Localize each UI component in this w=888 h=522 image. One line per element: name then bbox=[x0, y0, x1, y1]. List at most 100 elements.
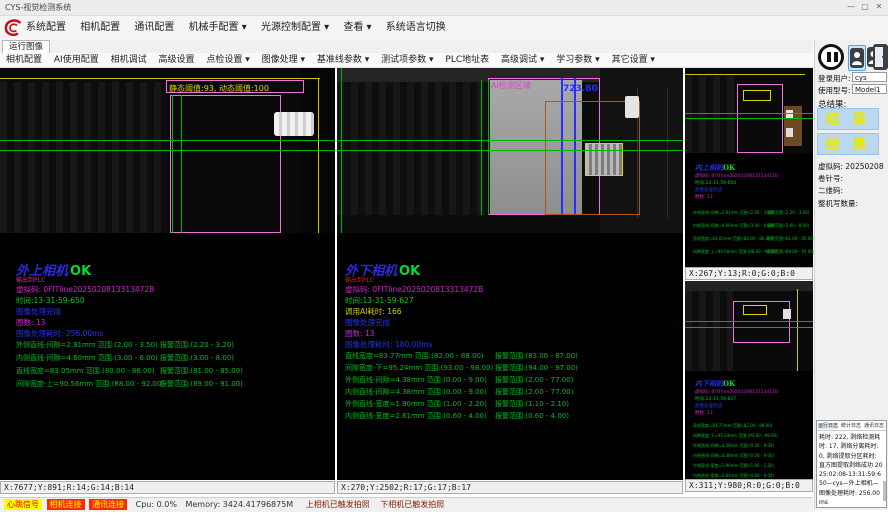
window-title: CYS-视觉检测系统 bbox=[5, 3, 71, 12]
write-count-label: 整机写数量: bbox=[818, 198, 858, 209]
tab-run-image[interactable]: 运行图像 bbox=[2, 40, 50, 53]
log-text: 耗时: 222, 剥络检测耗时: 17, 剥络分离耗时: 0, 剥络提取分区耗时… bbox=[817, 431, 886, 508]
tab-strip: 运行图像 bbox=[0, 40, 813, 54]
toolbar-item-advanced-debug[interactable]: 高级调试 ▾ bbox=[501, 55, 544, 65]
log-tab-run[interactable]: 运行日志 bbox=[818, 423, 838, 429]
mini-bottom-camera-name: 内下相机 bbox=[695, 379, 723, 388]
menu-item-comm-config[interactable]: 通讯配置 bbox=[134, 22, 174, 33]
middle-camera-image[interactable]: AI检测区域 723.80 bbox=[337, 68, 683, 233]
toolbar-item-baseline-params[interactable]: 基准线参数 ▾ bbox=[317, 55, 369, 65]
login-user-button[interactable] bbox=[848, 45, 866, 71]
menu-item-system-config[interactable]: 系统配置 bbox=[26, 22, 66, 33]
green-edge-line-1 bbox=[172, 95, 173, 233]
user-check-icon bbox=[850, 48, 864, 68]
toolbar-item-learning-params[interactable]: 学习参数 ▾ bbox=[556, 55, 599, 65]
middle-view-statusbar: X:270;Y:2502;R:17;G:17;B:17 bbox=[337, 481, 683, 494]
menu-item-light-config[interactable]: 光源控制配置 ▾ bbox=[261, 22, 329, 33]
middle-time-text: 时间:13-31-59-627 bbox=[345, 295, 414, 306]
green-measure-line-1 bbox=[685, 113, 813, 114]
main-window: CYS-视觉检测系统 —▢✕ 系统配置 相机配置 通讯配置 机械手配置 ▾ 光源… bbox=[0, 0, 888, 522]
exit-door-icon bbox=[873, 44, 888, 70]
log-tabs: 运行日志统计日志通讯日志 bbox=[817, 421, 886, 431]
yellow-guide-line-h bbox=[685, 74, 805, 75]
machine-top-band bbox=[685, 281, 813, 291]
measure-row: 间隙宽度-上=90.56mm 范围:(88.00 - 92.00) bbox=[16, 379, 164, 389]
pause-icon bbox=[834, 52, 838, 62]
green-edge-line-2 bbox=[181, 95, 182, 233]
toolbar-item-spotcheck-settings[interactable]: 点检设置 ▾ bbox=[206, 55, 249, 65]
camera-view-mini-top: 内上相机OK 虚拟码: 0FITline2025020813313472B 时间… bbox=[685, 68, 813, 267]
mini-bottom-done: 图像处理完成 bbox=[695, 403, 722, 409]
alarm-range: 报警范围:(89.00 - 91.00) bbox=[160, 379, 243, 389]
workpiece-region bbox=[170, 95, 281, 233]
mini-bottom-time: 时间:13-31-59-627 bbox=[695, 396, 736, 402]
toolbar-item-plc-address-table[interactable]: PLC地址表 bbox=[445, 55, 489, 65]
lower-camera-status-text: 下相机已触发拍照 bbox=[380, 500, 444, 509]
machine-texture bbox=[0, 82, 168, 233]
mini-top-statusbar: X:267;Y:13;R:0;G:0;B:0 bbox=[685, 267, 813, 280]
qr-code-label: 二维码: bbox=[818, 185, 843, 196]
alarm-range: 报警范围:(0.60 - 4.00) bbox=[495, 411, 569, 421]
cpu-usage-text: Cpu: 0.0% bbox=[136, 500, 177, 509]
measure-row: 直线宽度=83.77mm 范围:(82.00 - 88.00) bbox=[345, 351, 484, 361]
login-user-value[interactable]: cys bbox=[852, 72, 887, 82]
pause-icon bbox=[827, 52, 831, 62]
mini-top-time: 时间:13-31-59-650 bbox=[695, 180, 736, 186]
toolbar-item-advanced-settings[interactable]: 高级设置 bbox=[158, 55, 194, 65]
left-view-statusbar: X:7677;Y:891;R:14;G:14;B:14 bbox=[0, 481, 335, 494]
alarm-range: 报警范围:(1.10 - 2.10) bbox=[495, 399, 569, 409]
close-button[interactable]: ✕ bbox=[872, 0, 886, 14]
bright-spot bbox=[783, 309, 791, 319]
exit-button[interactable] bbox=[873, 44, 888, 70]
mini-top-camera-image[interactable] bbox=[685, 68, 813, 153]
log-scrollbar[interactable] bbox=[883, 481, 886, 501]
upper-camera-status-text: 上相机已触发拍照 bbox=[306, 500, 370, 509]
measure-row: 内侧直线-间隙=4.60mm 范围:(3.00 - 6.00) bbox=[693, 223, 774, 229]
green-edge-line-3 bbox=[341, 68, 342, 233]
mini-bottom-result-ok: OK bbox=[723, 379, 735, 388]
menu-item-view[interactable]: 查看 ▾ bbox=[343, 22, 371, 33]
overlay-label-box bbox=[743, 305, 767, 315]
toolbar-item-camera-config[interactable]: 相机配置 bbox=[6, 55, 42, 65]
alarm-range: 报警范围:(2.20 - 3.20) bbox=[160, 340, 234, 350]
comm-link-badge: 通讯连接 bbox=[89, 499, 127, 510]
result-box-lower: 结 果 bbox=[817, 133, 879, 155]
measure-row: 直线宽度=83.05mm 范围:(80.00 - 86.00) bbox=[693, 236, 772, 242]
mini-bottom-camera-image[interactable] bbox=[685, 281, 813, 371]
threshold-label: 静态阈值:93, 动态阈值:100 bbox=[169, 83, 269, 94]
camera-view-mini-bottom: 内下相机OK 虚拟码: 0FITline2025020813313472B 时间… bbox=[685, 281, 813, 479]
measure-row: 内侧直线-间隙=4.38mm 范围:(0.00 - 9.00) bbox=[345, 387, 487, 397]
overlay-label-box bbox=[743, 90, 771, 101]
left-barcode-text: 虚拟码: 0FITline2025020813313472B bbox=[16, 284, 154, 295]
alarm-range: 报警范围:(81.00 - 85.00) bbox=[160, 366, 243, 376]
green-measure-line-1 bbox=[0, 140, 335, 141]
log-tab-stats[interactable]: 统计日志 bbox=[841, 423, 861, 429]
menu-item-robot-config[interactable]: 机械手配置 ▾ bbox=[189, 22, 247, 33]
minimize-button[interactable]: — bbox=[844, 0, 858, 14]
left-process-done-text: 图像处理完成 bbox=[16, 306, 61, 317]
maximize-button[interactable]: ▢ bbox=[858, 0, 872, 14]
left-turns-text: 圈数: 13 bbox=[16, 317, 45, 328]
middle-elapsed-text: 图像处理耗时: 180.00ms bbox=[345, 339, 432, 350]
toolbar-item-camera-debug[interactable]: 相机调试 bbox=[111, 55, 147, 65]
menu-item-language-switch[interactable]: 系统语言切换 bbox=[386, 22, 446, 33]
middle-process-done-text: 图像处理完成 bbox=[345, 317, 390, 328]
mini-top-result-title: 内上相机OK bbox=[695, 163, 735, 173]
pause-button[interactable] bbox=[818, 44, 844, 70]
yellow-guide-line-v bbox=[797, 289, 798, 371]
menu-item-camera-config[interactable]: 相机配置 bbox=[80, 22, 120, 33]
heartbeat-badge: 心跳信号 bbox=[4, 499, 42, 510]
toolbar-item-image-processing[interactable]: 图像处理 ▾ bbox=[262, 55, 305, 65]
toolbar-item-other-settings[interactable]: 其它设置 ▾ bbox=[612, 55, 655, 65]
model-value[interactable]: Model1 bbox=[852, 84, 887, 94]
toolbar-item-ai-config[interactable]: AI使用配置 bbox=[54, 55, 99, 65]
left-camera-image[interactable]: 静态阈值:93, 动态阈值:100 bbox=[0, 68, 335, 233]
memory-usage-text: Memory: 3424.41796875M bbox=[185, 500, 293, 509]
machine-texture bbox=[685, 76, 737, 153]
log-tab-comm[interactable]: 通讯日志 bbox=[864, 423, 884, 429]
toolbar-item-test-params[interactable]: 测试项参数 ▾ bbox=[381, 55, 433, 65]
yellow-guide-line-v bbox=[318, 78, 319, 233]
ai-roi-label: AI检测区域 bbox=[491, 80, 531, 91]
mini-top-camera-name: 内上相机 bbox=[695, 163, 723, 172]
left-time-text: 时间:13-31-59-650 bbox=[16, 295, 85, 306]
